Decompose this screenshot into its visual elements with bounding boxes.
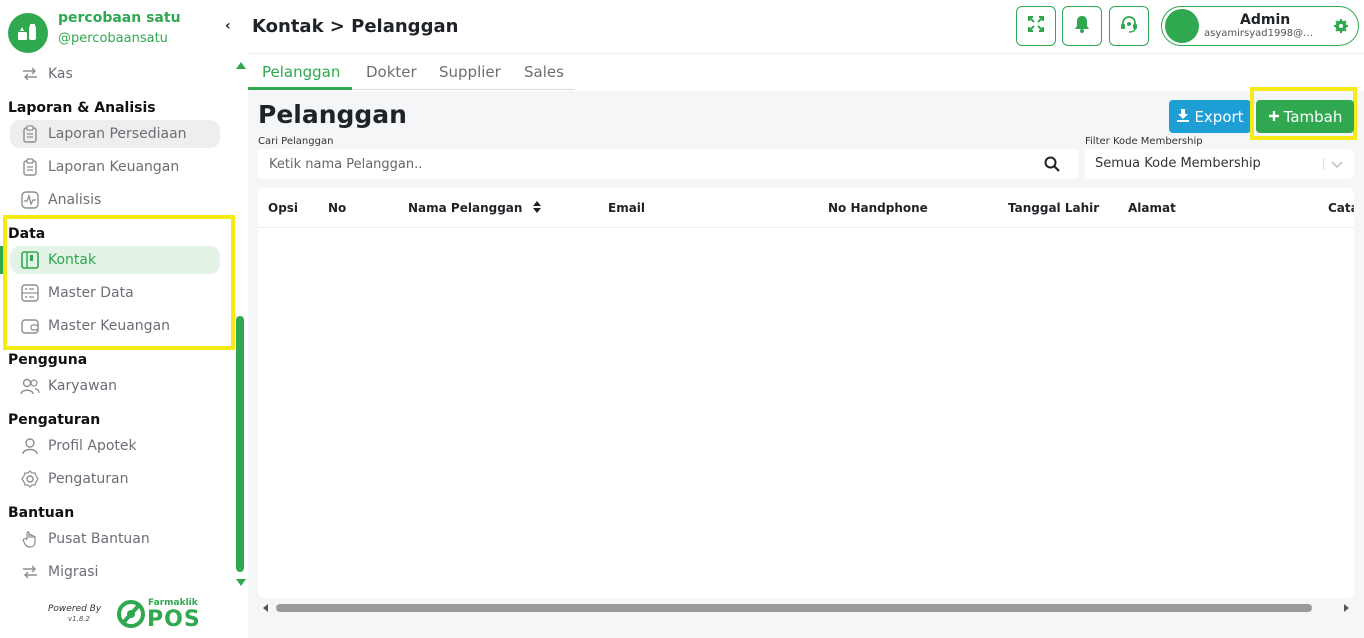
column-header-no-handphone: No Handphone <box>828 201 928 215</box>
section-title-bantuan: Bantuan <box>8 505 75 521</box>
tab-sales[interactable]: Sales <box>524 63 564 81</box>
section-title-pengaturan: Pengaturan <box>8 412 101 428</box>
sort-icon[interactable] <box>532 201 541 216</box>
column-header-email: Email <box>608 201 646 215</box>
product-name-big: POS <box>147 607 201 632</box>
sidebar-item-label: Laporan Keuangan <box>48 159 180 175</box>
users-icon <box>20 376 40 396</box>
filter-separator <box>1323 158 1324 170</box>
export-label: Export <box>1194 107 1244 126</box>
sidebar-item-laporan-keuangan[interactable]: Laporan Keuangan <box>10 153 220 181</box>
download-icon <box>1176 108 1190 126</box>
add-customer-button[interactable]: Tambah <box>1256 100 1354 133</box>
breadcrumb: Kontak > Pelanggan <box>252 16 459 37</box>
active-tab-indicator <box>248 87 352 90</box>
tab-supplier[interactable]: Supplier <box>439 63 501 81</box>
clipboard-icon <box>20 124 40 144</box>
plus-icon <box>1268 108 1280 126</box>
sidebar-item-label: Migrasi <box>48 564 99 580</box>
table-header: Opsi No Nama Pelanggan Email No Handphon… <box>258 188 1354 228</box>
sidebar-item-label: Analisis <box>48 192 102 208</box>
sidebar-item-label: Pengaturan <box>48 471 129 487</box>
collapse-sidebar-button[interactable]: ‹ <box>225 18 231 34</box>
scroll-right-arrow-icon[interactable] <box>1344 604 1349 612</box>
sidebar-item-karyawan[interactable]: Karyawan <box>10 372 220 400</box>
sidebar-item-label: Laporan Persediaan <box>48 126 187 142</box>
hand-pointer-icon <box>20 529 40 549</box>
user-profile-menu[interactable]: Admin asyamirsyad1998@g... <box>1161 6 1359 46</box>
headset-icon <box>1120 15 1138 37</box>
sidebar-item-profil-apotek[interactable]: Profil Apotek <box>10 432 220 460</box>
sidebar-item-label: Profil Apotek <box>48 438 137 454</box>
horizontal-scroll-thumb[interactable] <box>276 604 1312 612</box>
user-name: Admin <box>1240 12 1291 28</box>
column-header-nama[interactable]: Nama Pelanggan <box>408 201 541 216</box>
transfer-icon <box>20 562 40 582</box>
sidebar-item-pusat-bantuan[interactable]: Pusat Bantuan <box>10 525 220 553</box>
sidebar-item-laporan-persediaan[interactable]: Laporan Persediaan <box>10 120 220 148</box>
column-header-tanggal-lahir: Tanggal Lahir <box>1008 201 1100 215</box>
export-button[interactable]: Export <box>1169 100 1251 133</box>
notification-button[interactable] <box>1062 6 1102 46</box>
column-header-no: No <box>328 201 347 215</box>
app-root: percobaan satu @percobaansatu ‹ Kas Lapo… <box>0 0 1364 638</box>
gear-icon[interactable] <box>1334 18 1348 37</box>
brand-handle: @percobaansatu <box>58 31 168 46</box>
activity-chart-icon <box>20 190 40 210</box>
search-icon[interactable] <box>1044 156 1060 176</box>
brand-name: percobaan satu <box>58 10 181 26</box>
clipboard-icon <box>20 157 40 177</box>
chevron-down-icon <box>1330 158 1344 173</box>
filter-selected-value: Semua Kode Membership <box>1095 156 1261 171</box>
search-box <box>258 149 1078 179</box>
powered-by-text: Powered By <box>48 604 102 614</box>
farmaklik-logo-icon <box>116 598 146 630</box>
fullscreen-button[interactable] <box>1016 6 1056 46</box>
sidebar-scrollbar[interactable] <box>233 62 247 586</box>
column-header-label: Nama Pelanggan <box>408 201 523 215</box>
section-title-pengguna: Pengguna <box>8 352 88 368</box>
bell-icon <box>1074 15 1090 37</box>
expand-icon <box>1027 15 1045 37</box>
page-title: Pelanggan <box>258 100 407 129</box>
sidebar-item-pengaturan[interactable]: Pengaturan <box>10 465 220 493</box>
user-email: asyamirsyad1998@g... <box>1204 28 1316 39</box>
scroll-down-arrow-icon[interactable] <box>236 579 246 586</box>
scroll-up-arrow-icon[interactable] <box>236 62 246 69</box>
transfer-icon <box>20 64 40 84</box>
sidebar-item-migrasi[interactable]: Migrasi <box>10 558 220 586</box>
sidebar-item-label: Kas <box>48 66 73 82</box>
sidebar-item-label: Karyawan <box>48 378 118 394</box>
tab-dokter[interactable]: Dokter <box>366 63 417 81</box>
tab-pelanggan[interactable]: Pelanggan <box>262 63 340 81</box>
brand: percobaan satu @percobaansatu <box>8 10 238 53</box>
table-horizontal-scrollbar[interactable] <box>258 600 1354 616</box>
section-title-laporan: Laporan & Analisis <box>8 100 156 116</box>
customer-table: Opsi No Nama Pelanggan Email No Handphon… <box>258 188 1354 598</box>
column-header-catatan: Cata <box>1328 201 1354 215</box>
sidebar-item-kas[interactable]: Kas <box>10 60 220 88</box>
column-header-alamat: Alamat <box>1128 201 1176 215</box>
tabs-bar: Pelanggan Dokter Supplier Sales <box>248 54 1364 91</box>
settings-gear-icon <box>20 469 40 489</box>
add-label: Tambah <box>1283 107 1343 126</box>
sidebar: percobaan satu @percobaansatu ‹ Kas Lapo… <box>0 0 248 638</box>
search-input[interactable] <box>258 149 1048 179</box>
version-text: v1.8.2 <box>68 615 90 623</box>
support-button[interactable] <box>1109 6 1149 46</box>
user-profile-icon <box>20 436 40 456</box>
filter-label: Filter Kode Membership <box>1085 136 1203 147</box>
highlight-box-data-section <box>3 215 235 350</box>
avatar <box>1165 9 1199 43</box>
sidebar-scroll-thumb[interactable] <box>236 316 244 572</box>
main-content: Kontak > Pelanggan Admin asyamirsyad1998… <box>248 0 1364 638</box>
sidebar-item-label: Pusat Bantuan <box>48 531 150 547</box>
search-label: Cari Pelanggan <box>258 136 334 147</box>
sidebar-item-analisis[interactable]: Analisis <box>10 186 220 214</box>
topbar: Kontak > Pelanggan Admin asyamirsyad1998… <box>248 0 1364 54</box>
membership-filter-select[interactable]: Semua Kode Membership <box>1085 149 1354 179</box>
store-logo-icon <box>8 13 48 53</box>
column-header-opsi: Opsi <box>268 201 299 215</box>
scroll-left-arrow-icon[interactable] <box>263 604 268 612</box>
